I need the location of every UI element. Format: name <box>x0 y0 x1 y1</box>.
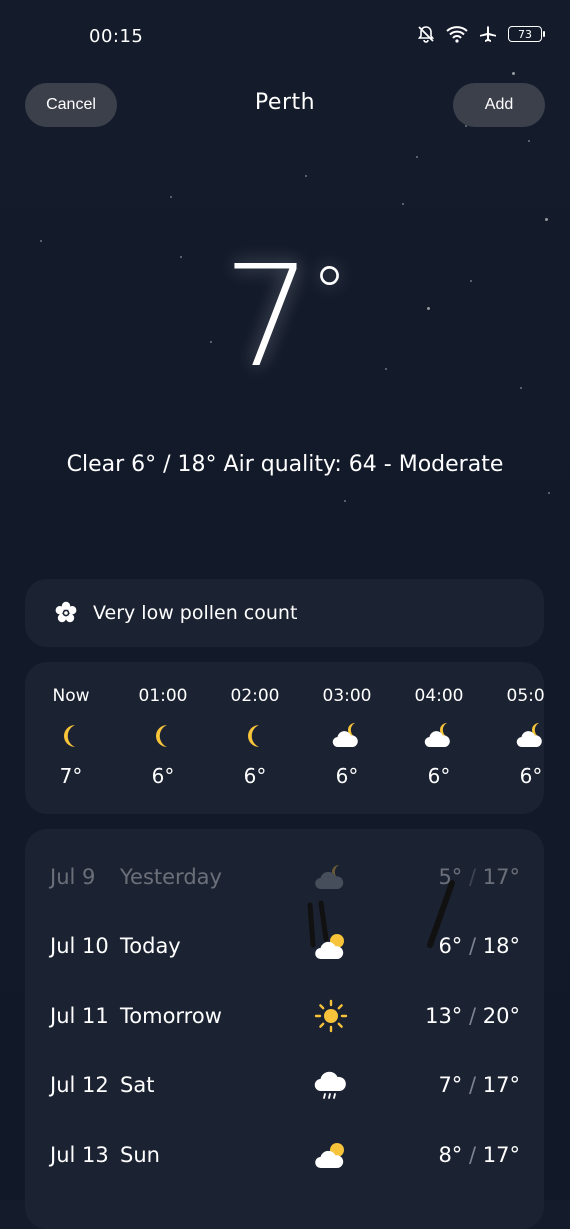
day-date: Jul 9 <box>50 865 96 889</box>
day-name: Sat <box>120 1073 155 1097</box>
day-high: 18° <box>482 934 520 958</box>
airplane-icon <box>480 26 496 42</box>
partly-cloudy-icon <box>315 1143 344 1169</box>
day-name: Yesterday <box>120 865 222 889</box>
moon-icon <box>156 725 167 747</box>
hour-time: 01:00 <box>138 686 188 706</box>
day-row[interactable]: Jul 12 Sat 7° / 17° <box>25 1061 544 1111</box>
cloud-moon-icon <box>516 723 542 748</box>
current-temperature: 7° <box>0 248 570 388</box>
day-row[interactable]: Jul 11 Tomorrow 13° / 20° <box>25 992 544 1042</box>
day-high: 17° <box>482 1073 520 1097</box>
battery-indicator: 73 <box>508 26 545 42</box>
degree-symbol: ° <box>312 252 348 334</box>
hour-time: 02:00 <box>230 686 280 706</box>
hour-temp: 7° <box>59 764 83 788</box>
day-date: Jul 13 <box>50 1143 109 1167</box>
scribble-marks <box>307 880 455 948</box>
day-name: Sun <box>120 1143 160 1167</box>
wifi-icon <box>446 26 468 43</box>
status-icons: 73 <box>416 24 545 44</box>
hour-temp: 6° <box>427 764 451 788</box>
day-row[interactable]: Jul 13 Sun 8° / 17° <box>25 1131 544 1181</box>
day-date: Jul 10 <box>50 934 109 958</box>
weather-summary: Clear 6° / 18° Air quality: 64 - Moderat… <box>66 452 504 477</box>
hour-time: 03:00 <box>322 686 372 706</box>
day-low: 8° <box>438 1143 463 1167</box>
hour-time: 05:00 <box>506 686 545 706</box>
cloud-moon-icon <box>332 723 358 748</box>
day-name: Tomorrow <box>120 1004 222 1028</box>
mute-bell-icon <box>417 26 435 43</box>
add-button[interactable]: Add <box>453 83 545 127</box>
pollen-text: Very low pollen count <box>93 602 298 624</box>
day-low: 7° <box>438 1073 463 1097</box>
day-low: 13° <box>425 1004 463 1028</box>
moon-icon <box>248 725 259 747</box>
status-time: 00:15 <box>89 26 144 47</box>
current-temperature-value: 7 <box>222 236 313 399</box>
sun-icon <box>314 999 348 1033</box>
hour-temp: 6° <box>243 764 267 788</box>
flower-icon <box>55 601 77 623</box>
hour-time: 04:00 <box>414 686 464 706</box>
day-date: Jul 12 <box>50 1073 109 1097</box>
day-range: 13° / 20° <box>425 1004 520 1028</box>
day-range: 7° / 17° <box>438 1073 520 1097</box>
cloud-moon-icon <box>424 723 450 748</box>
day-range: 8° / 17° <box>438 1143 520 1167</box>
hour-temp: 6° <box>519 764 543 788</box>
day-date: Jul 11 <box>50 1004 109 1028</box>
hour-time: Now <box>52 686 90 706</box>
moon-icon <box>64 725 75 747</box>
day-high: 17° <box>482 1143 520 1167</box>
day-high: 20° <box>482 1004 520 1028</box>
rain-icon <box>314 1071 346 1099</box>
day-name: Today <box>120 934 181 958</box>
hour-temp: 6° <box>335 764 359 788</box>
hour-temp: 6° <box>151 764 175 788</box>
day-high: 17° <box>482 865 520 889</box>
pollen-card[interactable]: Very low pollen count <box>25 579 544 647</box>
hourly-forecast[interactable]: Now 7° 01:00 6° 02:00 6° 03:00 6° 04:00 … <box>25 662 544 814</box>
